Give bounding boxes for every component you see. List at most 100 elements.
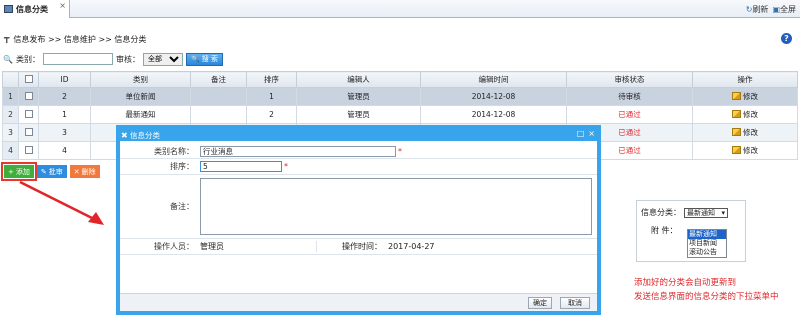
header-editor[interactable]: 编辑人 (296, 71, 421, 88)
table-row[interactable]: 1 2 单位新闻 1 管理员 2014-12-08 待审核 修改 (2, 87, 798, 106)
audit-filter-label: 审核： (115, 54, 140, 64)
batch-audit-button[interactable]: ✎ 批审 (36, 165, 67, 178)
form-row-order: 排序： 5 * (120, 159, 597, 175)
category-name-input[interactable]: 行业消息 (200, 146, 396, 157)
required-mark: * (284, 162, 288, 171)
maximize-icon[interactable]: □ (577, 129, 585, 138)
action-bar: + 添加 ✎ 批审 ✕ 删除 (1, 162, 100, 181)
list-item[interactable]: 最新通知 (688, 230, 726, 239)
operator-label: 操作人员： (154, 242, 194, 251)
audit-filter-select[interactable]: 全部 (142, 52, 183, 66)
checkbox[interactable] (24, 127, 33, 136)
note-line-1: 添加好的分类会自动更新到 (634, 278, 737, 288)
add-button[interactable]: + 添加 (1, 162, 37, 181)
delete-button[interactable]: ✕ 删除 (69, 165, 100, 178)
search-icon: 🔍 (190, 55, 200, 63)
cell-editor: 管理员 (296, 87, 421, 106)
close-icon[interactable]: × (588, 129, 595, 138)
header-edit-time[interactable]: 编辑时间 (420, 71, 567, 88)
tab-info-category[interactable]: 信息分类 × (0, 0, 70, 18)
tab-bar: 信息分类 × ↻刷新 ▣全屏 (0, 0, 800, 18)
chevron-down-icon: ▾ (721, 208, 725, 217)
list-item[interactable]: 滚动公告 (688, 248, 726, 257)
row-number: 3 (2, 123, 19, 142)
mini-category-select[interactable]: 最新通知 ▾ (684, 207, 728, 218)
category-dropdown-preview: 信息分类： 最新通知 ▾ 附 件： 最新通知 项目新闻 滚动公告 (636, 200, 746, 262)
cell-status: 已通过 (566, 105, 693, 124)
add-label: 添加 (15, 167, 30, 176)
operator-value: 管理员 (200, 242, 224, 251)
help-icon[interactable]: ? (781, 33, 792, 44)
edit-link[interactable]: 修改 (732, 127, 758, 138)
header-select-all[interactable] (18, 71, 39, 88)
edit-label: 修改 (743, 91, 758, 101)
table-row[interactable]: 2 1 最新通知 2 管理员 2014-12-08 已通过 修改 (2, 105, 798, 124)
tab-icon (4, 5, 13, 13)
remark-field-wrap (198, 178, 597, 235)
checkbox[interactable] (24, 91, 33, 100)
order-label: 排序： (170, 162, 194, 171)
cell-order: 2 (246, 105, 297, 124)
edit-icon (732, 92, 741, 101)
row-select[interactable] (18, 123, 39, 142)
header-remark[interactable]: 备注 (190, 71, 247, 88)
cell-id: 2 (38, 87, 91, 106)
edit-icon (732, 128, 741, 137)
filter-bar: 🔍 类别： 审核： 全部 🔍 搜 索 (0, 51, 800, 67)
cell-edit-time: 2014-12-08 (420, 87, 567, 106)
breadcrumb-text: 信息发布 >> 信息维护 >> 信息分类 (13, 34, 147, 44)
annotation-note: 添加好的分类会自动更新到 发送信息界面的信息分类的下拉菜单中 (634, 276, 779, 304)
note-line-2: 发送信息界面的信息分类的下拉菜单中 (634, 292, 779, 302)
audit-icon: ✎ (40, 167, 47, 176)
edit-label: 修改 (743, 145, 758, 155)
cell-action: 修改 (692, 105, 798, 124)
edit-link[interactable]: 修改 (732, 145, 758, 156)
checkbox[interactable] (24, 145, 33, 154)
close-icon[interactable]: × (59, 1, 66, 10)
dialog-title: 信息分类 (130, 130, 160, 140)
cell-status: 待审核 (566, 87, 693, 106)
search-small-icon: 🔍 (3, 54, 13, 64)
header-rownum (2, 71, 19, 88)
fullscreen-button[interactable]: ▣全屏 (772, 4, 796, 15)
header-id[interactable]: ID (38, 71, 91, 88)
edit-link[interactable]: 修改 (732, 109, 758, 120)
header-audit-status[interactable]: 审核状态 (566, 71, 693, 88)
list-item[interactable]: 项目新闻 (688, 239, 726, 248)
remark-textarea[interactable] (200, 178, 592, 235)
checkbox[interactable] (24, 74, 33, 83)
category-filter-input[interactable] (42, 53, 113, 65)
mini-attach-label: 附 件： (651, 226, 678, 235)
cancel-button[interactable]: 取消 (560, 297, 590, 309)
optime-value: 2017-04-27 (388, 242, 435, 251)
refresh-button[interactable]: ↻刷新 (746, 4, 769, 15)
audit-label: 批审 (48, 167, 63, 176)
search-button[interactable]: 🔍 搜 索 (185, 52, 223, 66)
header-category[interactable]: 类别 (90, 71, 191, 88)
edit-link[interactable]: 修改 (732, 91, 758, 102)
edit-label: 修改 (743, 109, 758, 119)
dialog-titlebar[interactable]: ✖ 信息分类 □ × (120, 129, 597, 141)
cell-category: 最新通知 (90, 105, 191, 124)
checkbox[interactable] (24, 109, 33, 118)
order-input[interactable]: 5 (200, 161, 282, 172)
cell-action: 修改 (692, 87, 798, 106)
row-select[interactable] (18, 141, 39, 160)
form-row-name: 类别名称： 行业消息 * (120, 145, 597, 159)
cell-remark (190, 105, 247, 124)
cell-remark (190, 87, 247, 106)
row-number: 2 (2, 105, 19, 124)
cell-id: 4 (38, 141, 91, 160)
cell-action: 修改 (692, 141, 798, 160)
row-number: 1 (2, 87, 19, 106)
row-select[interactable] (18, 87, 39, 106)
dialog-window-buttons: □ × (577, 129, 595, 138)
row-select[interactable] (18, 105, 39, 124)
delete-label: 删除 (81, 167, 96, 176)
order-field-wrap: 5 * (198, 161, 597, 172)
mini-selected-value: 最新通知 (687, 208, 715, 217)
mini-category-row: 信息分类： 最新通知 ▾ (641, 207, 728, 218)
mini-attach-row: 附 件： (641, 225, 678, 236)
header-order[interactable]: 排序 (246, 71, 297, 88)
ok-button[interactable]: 确定 (528, 297, 552, 309)
